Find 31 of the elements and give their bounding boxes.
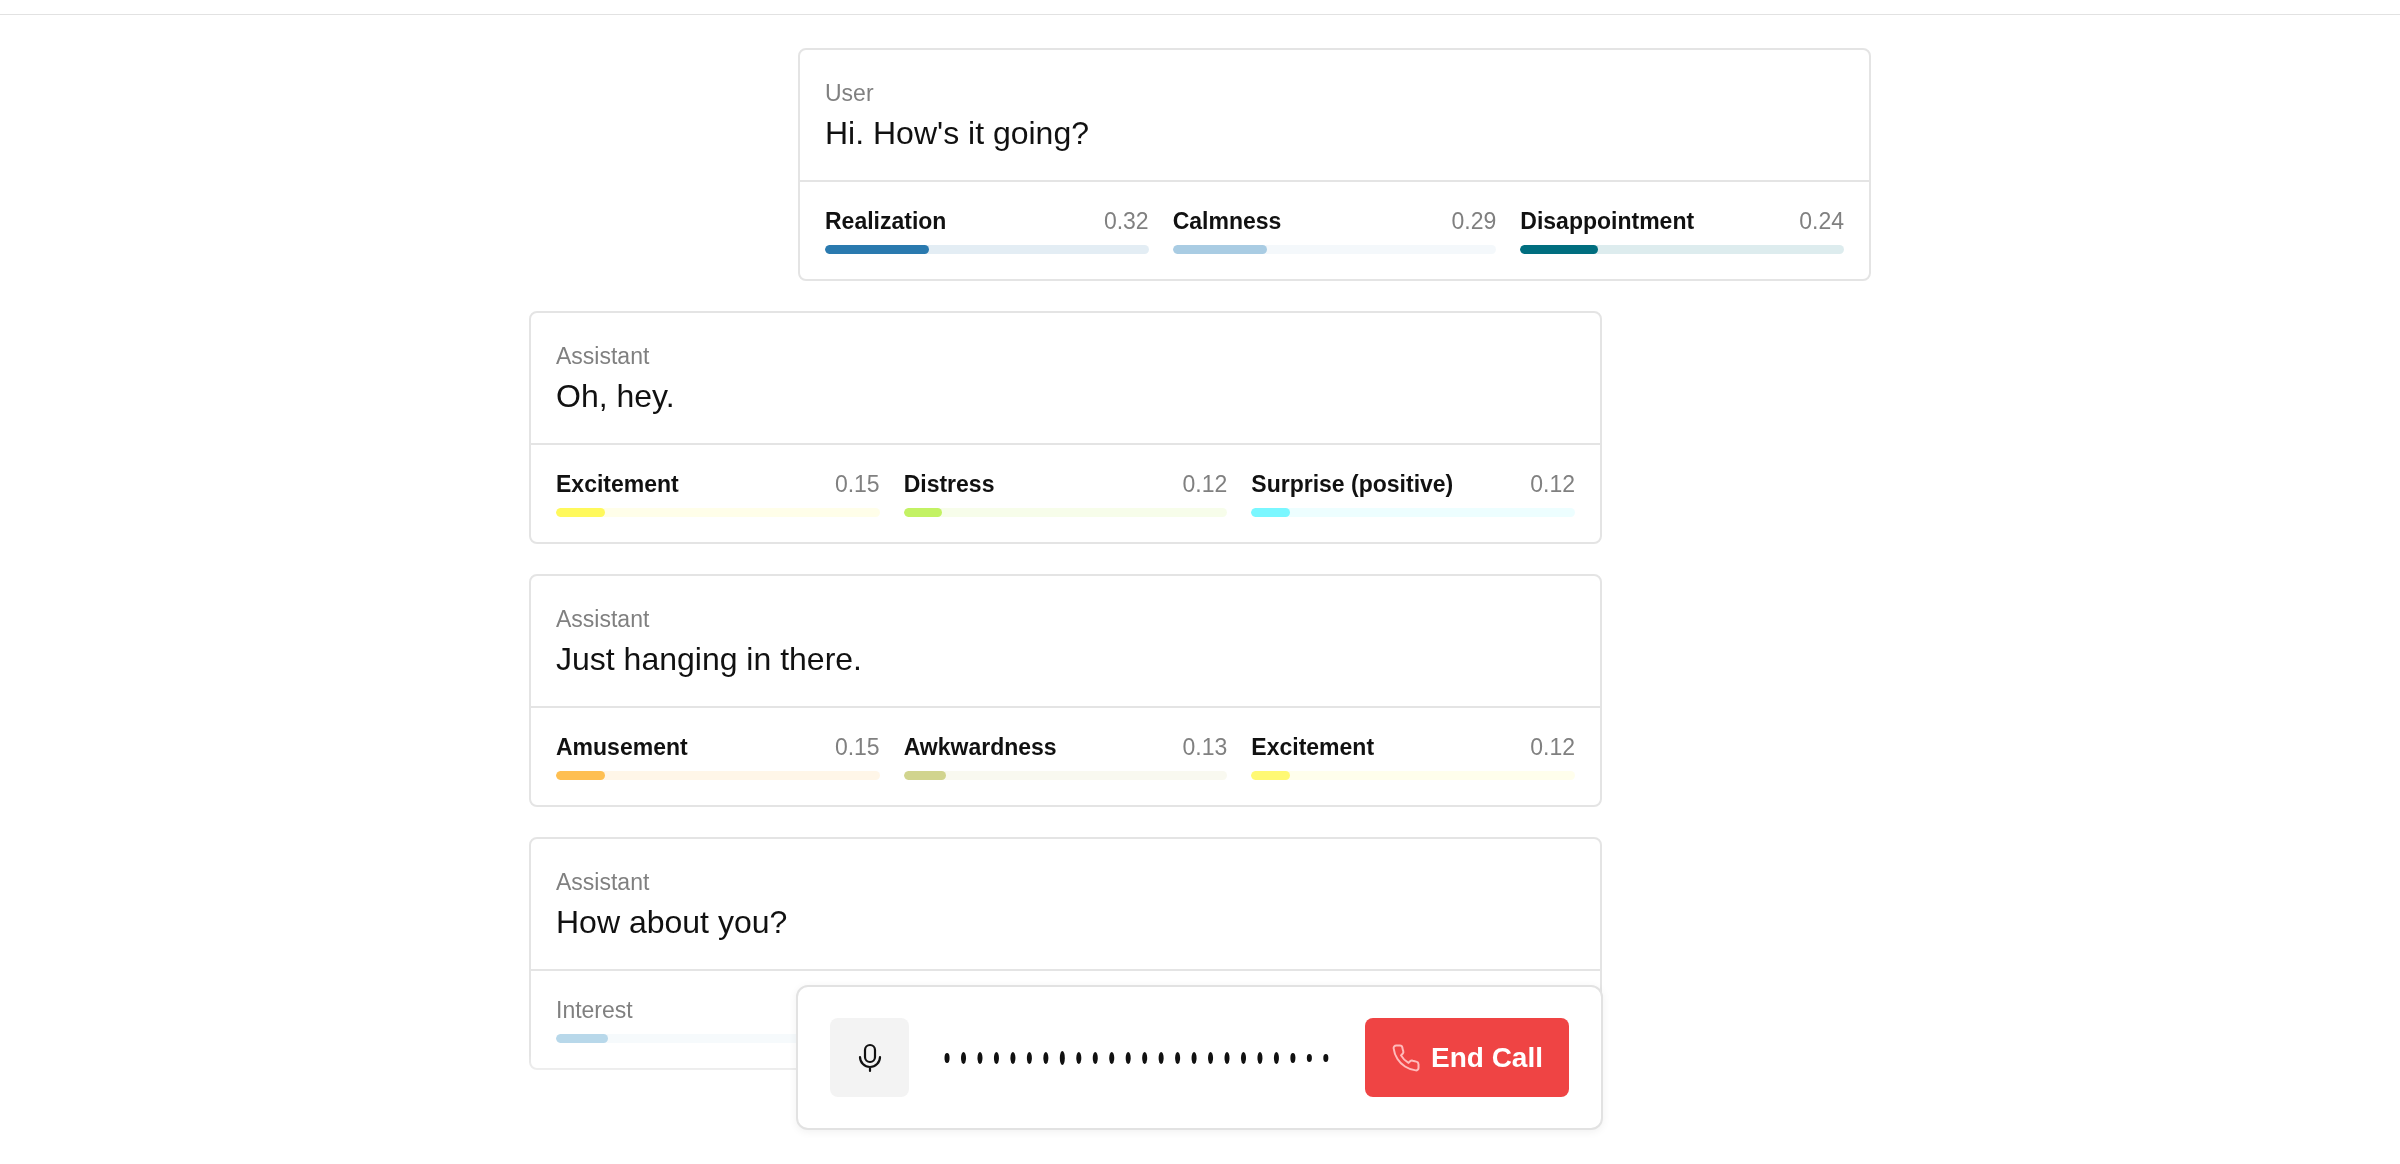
end-call-button[interactable]: End Call xyxy=(1365,1018,1569,1097)
microphone-icon xyxy=(856,1042,883,1073)
emotion-name: Interest xyxy=(556,997,633,1024)
emotion-name: Amusement xyxy=(556,734,688,761)
message-text: Hi. How's it going? xyxy=(825,115,1090,152)
microphone-button[interactable] xyxy=(830,1018,909,1097)
emotion-name: Disappointment xyxy=(1520,208,1695,235)
emotion-score: 0.12 xyxy=(1530,471,1575,498)
emotion-name: Distress xyxy=(903,471,995,498)
message-text: Just hanging in there. xyxy=(556,641,863,678)
emotion-score: 0.13 xyxy=(1182,734,1228,761)
emotion-score: 0.12 xyxy=(1530,734,1575,761)
emotion-score: 0.29 xyxy=(1451,208,1497,235)
emotion-name: Awkwardness xyxy=(903,734,1057,761)
emotion-score: 0.15 xyxy=(834,471,880,498)
emotion-score: 0.24 xyxy=(1799,208,1844,235)
emotion-name: Calmness xyxy=(1172,208,1282,235)
emotion-name: Realization xyxy=(825,208,947,235)
message-text: Oh, hey. xyxy=(556,378,676,415)
speaker-label: Assistant xyxy=(556,343,651,370)
emotion-score: 0.15 xyxy=(834,734,880,761)
emotion-score: 0.12 xyxy=(1182,471,1228,498)
emotion-name: Excitement xyxy=(1251,734,1375,761)
speaker-label: User xyxy=(825,80,875,107)
phone-icon xyxy=(1391,1042,1421,1073)
emotion-name: Surprise (positive) xyxy=(1251,471,1454,498)
message-text: How about you? xyxy=(556,904,789,941)
speaker-label: Assistant xyxy=(556,606,651,633)
emotion-score: 0.32 xyxy=(1103,208,1149,235)
speaker-label: Assistant xyxy=(556,869,651,896)
emotion-name: Excitement xyxy=(556,471,679,498)
